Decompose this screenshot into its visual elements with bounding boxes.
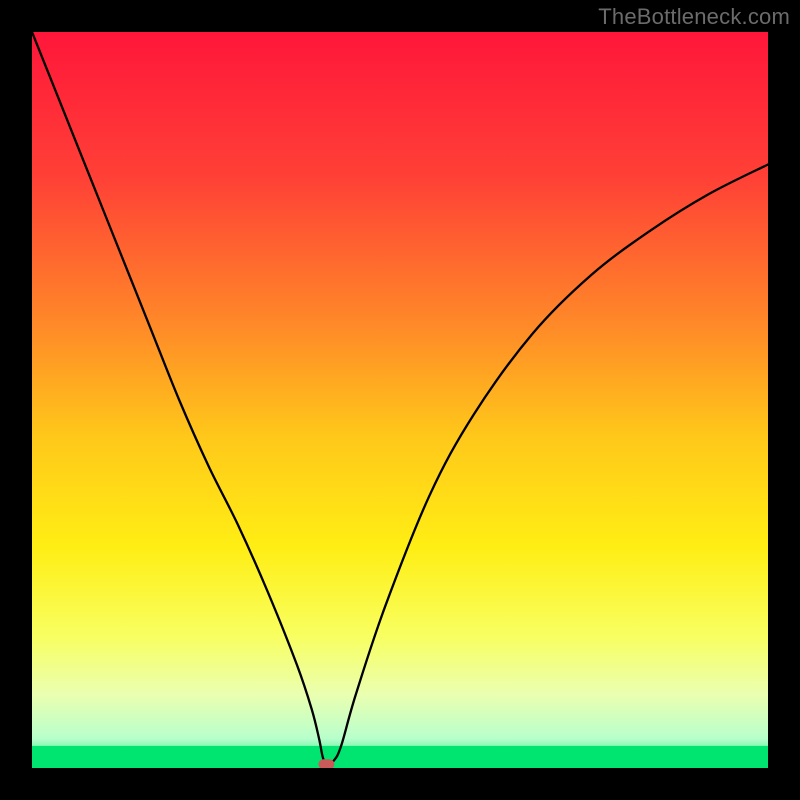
chart-frame: TheBottleneck.com (0, 0, 800, 800)
bottleneck-chart (32, 32, 768, 768)
green-band (32, 746, 768, 768)
plot-background (32, 32, 768, 768)
attribution-text: TheBottleneck.com (598, 4, 790, 30)
optimal-marker (318, 759, 334, 768)
